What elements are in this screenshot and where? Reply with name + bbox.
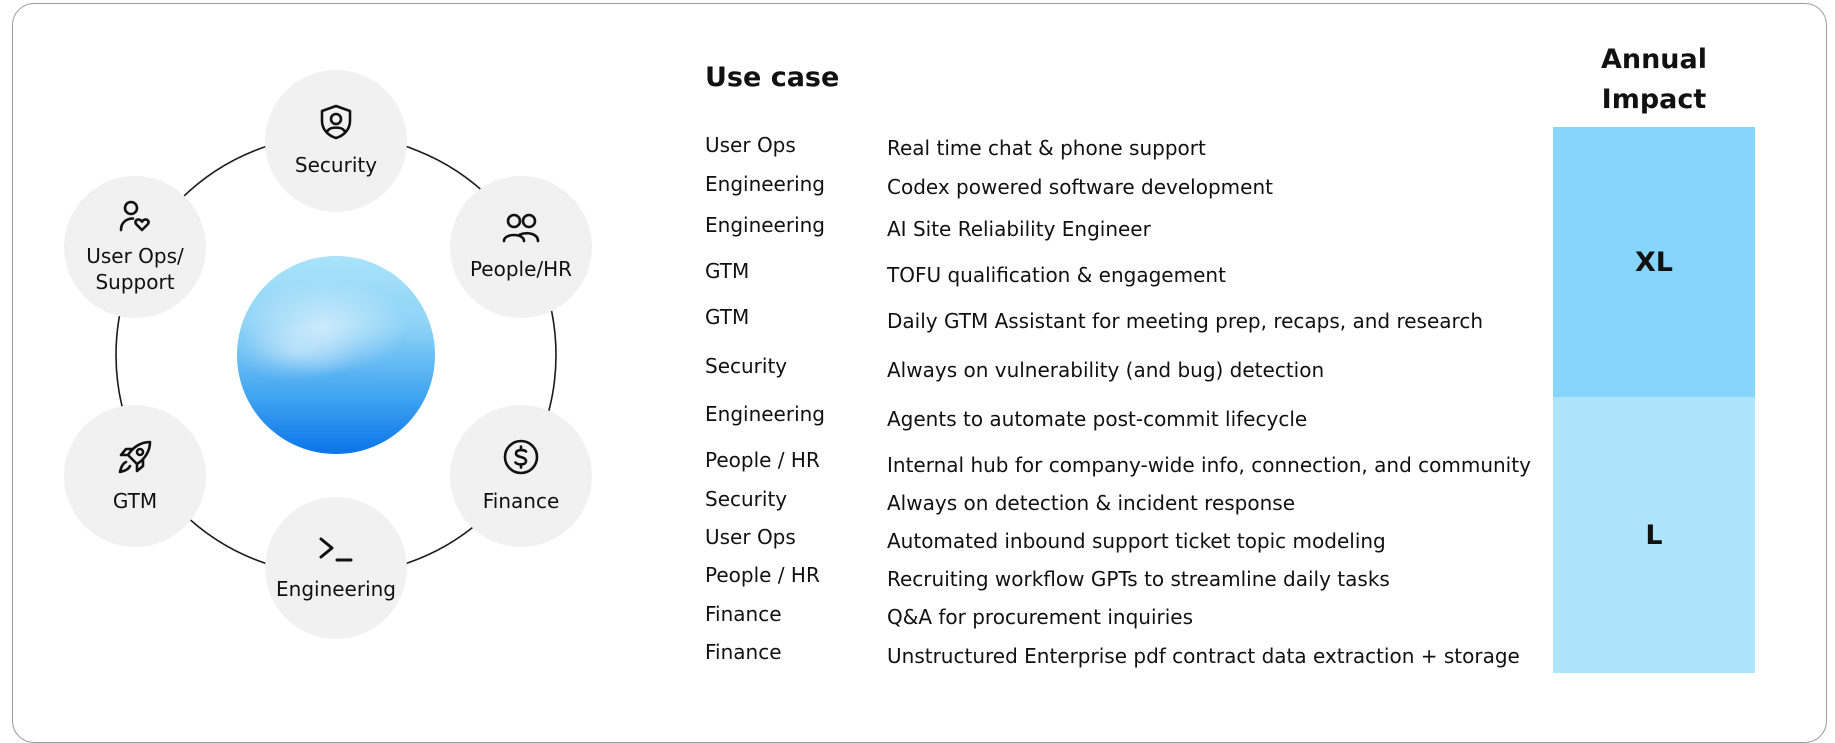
user-heart-icon: [118, 199, 152, 239]
row-category: Finance: [705, 602, 782, 626]
node-user-ops-support: User Ops/ Support: [64, 176, 206, 318]
row-description: Always on detection & incident response: [887, 491, 1295, 515]
node-label-line1: User Ops/: [86, 244, 184, 268]
row-description: AI Site Reliability Engineer: [887, 217, 1151, 241]
node-finance: Finance: [450, 405, 592, 547]
impact-tier-label: L: [1645, 519, 1663, 551]
row-category: People / HR: [705, 448, 820, 472]
row-category: Engineering: [705, 213, 825, 237]
node-label-line2: Support: [95, 270, 175, 294]
center-orb: [237, 256, 435, 454]
row-description: TOFU qualification & engagement: [887, 263, 1226, 287]
shield-user-icon: [319, 104, 353, 146]
row-description: Unstructured Enterprise pdf contract dat…: [887, 644, 1520, 668]
dollar-circle-icon: [502, 438, 540, 482]
row-description: Agents to automate post-commit lifecycle: [887, 407, 1308, 431]
use-case-title: Use case: [705, 62, 840, 93]
row-description: Recruiting workflow GPTs to streamline d…: [887, 567, 1390, 591]
node-engineering: Engineering: [265, 497, 407, 639]
row-description: Daily GTM Assistant for meeting prep, re…: [887, 309, 1483, 333]
row-description: Q&A for procurement inquiries: [887, 605, 1194, 629]
row-description: Codex powered software development: [887, 175, 1273, 199]
row-category: Security: [705, 487, 788, 511]
row-category: Engineering: [705, 402, 825, 426]
annual-impact-title: Annual Impact: [1553, 40, 1755, 120]
row-category: User Ops: [705, 525, 796, 549]
annual-impact-title-line1: Annual: [1600, 44, 1708, 75]
row-description: Always on vulnerability (and bug) detect…: [887, 358, 1325, 382]
row-category: Security: [705, 354, 788, 378]
row-description: Real time chat & phone support: [887, 136, 1206, 160]
row-category: GTM: [705, 259, 750, 283]
row-category: GTM: [705, 305, 750, 329]
annual-impact-title-line2: Impact: [1601, 84, 1707, 115]
impact-tier-l: L: [1553, 397, 1755, 673]
node-gtm: GTM: [64, 405, 206, 547]
rocket-icon: [116, 438, 154, 482]
people-icon: [502, 212, 540, 250]
node-security: Security: [265, 70, 407, 212]
row-category: People / HR: [705, 563, 820, 587]
node-people-hr: People/HR: [450, 176, 592, 318]
node-label: Engineering: [276, 577, 396, 601]
row-category: User Ops: [705, 133, 796, 157]
node-label: Security: [294, 153, 378, 177]
node-label: Finance: [482, 489, 560, 513]
row-category: Finance: [705, 640, 782, 664]
row-category: Engineering: [705, 172, 825, 196]
terminal-prompt-icon: [317, 534, 355, 570]
node-label: GTM: [112, 489, 158, 513]
node-label: People/HR: [469, 257, 573, 281]
row-description: Internal hub for company-wide info, conn…: [887, 453, 1531, 477]
impact-tier-xl: XL: [1553, 127, 1755, 397]
row-description: Automated inbound support ticket topic m…: [887, 529, 1386, 553]
impact-tier-label: XL: [1634, 246, 1674, 278]
